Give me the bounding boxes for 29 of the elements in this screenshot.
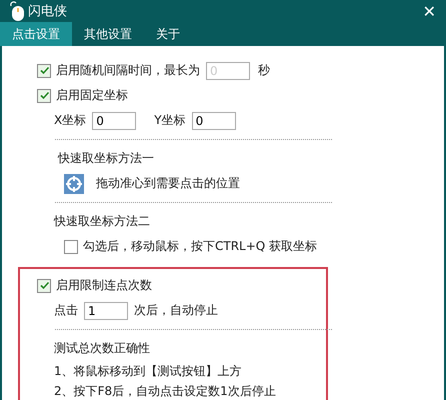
field-label: 点击 bbox=[54, 302, 78, 319]
unit-label: 秒 bbox=[258, 62, 270, 79]
tab[interactable]: 点击设置 bbox=[0, 22, 72, 46]
checkbox-label: 启用随机间隔时间，最长为 bbox=[56, 62, 200, 79]
field-label: X坐标 bbox=[54, 112, 86, 129]
tab[interactable]: 关于 bbox=[144, 22, 192, 46]
field-label: Y坐标 bbox=[154, 112, 186, 129]
crosshair-icon[interactable] bbox=[64, 174, 84, 194]
mouse-icon bbox=[8, 0, 26, 22]
checkbox[interactable] bbox=[64, 240, 78, 254]
checkbox-label: 启用限制连点次数 bbox=[56, 277, 152, 294]
section-title: 快速取坐标方法一 bbox=[58, 150, 154, 167]
input-field[interactable]: 0 bbox=[192, 112, 236, 130]
close-button[interactable]: ✕ bbox=[422, 2, 436, 20]
input-field[interactable]: 1 bbox=[84, 302, 128, 320]
window-title: 闪电侠 bbox=[28, 3, 67, 20]
checkbox[interactable] bbox=[37, 88, 51, 102]
checkbox-label: 勾选后，移动鼠标，按下CTRL+Q 获取坐标 bbox=[83, 238, 318, 255]
instruction-text: 1、将鼠标移动到【测试按钮】上方 bbox=[54, 362, 242, 380]
checkbox[interactable] bbox=[37, 278, 51, 292]
field-label: 次后，自动停止 bbox=[134, 302, 218, 319]
checkbox[interactable] bbox=[37, 64, 51, 78]
hint-text: 拖动准心到需要点击的位置 bbox=[96, 175, 240, 192]
checkbox-label: 启用固定坐标 bbox=[56, 87, 128, 104]
section-title: 测试总次数正确性 bbox=[54, 340, 150, 357]
input-field[interactable]: 0 bbox=[92, 112, 136, 130]
section-title: 快速取坐标方法二 bbox=[54, 213, 150, 230]
instruction-text: 2、按下F8后，自动点击设定数1次后停止 bbox=[54, 382, 276, 400]
tab[interactable]: 其他设置 bbox=[72, 22, 144, 46]
